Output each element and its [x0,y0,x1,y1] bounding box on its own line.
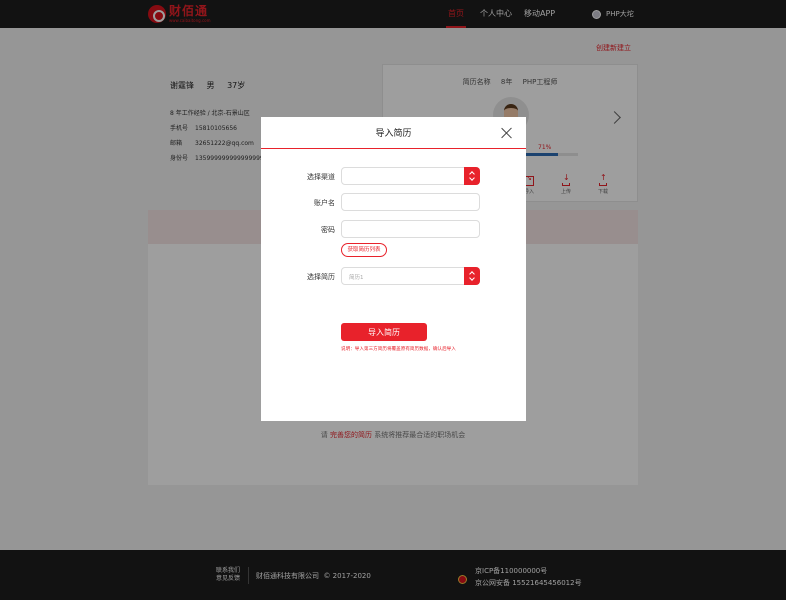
resume-select[interactable]: 简历1 [341,267,480,285]
chevron-updown-icon[interactable] [464,167,480,185]
resume-select-value: 简历1 [349,275,364,281]
account-label: 账户名 [314,199,335,207]
chevron-updown-icon[interactable] [464,267,480,285]
close-icon[interactable] [501,127,513,139]
password-label: 密码 [321,226,335,234]
channel-select[interactable] [341,167,480,185]
fetch-resume-list-button[interactable]: 获取简历列表 [341,243,387,257]
import-note: 说明：导入第三方简历将覆盖原有简历数据，确认后导入 [341,347,456,352]
import-resume-modal: 导入简历 选择渠道 账户名 密码 获取简历列表 选择简历 简历1 导入简历 说明… [261,117,526,421]
modal-divider [261,148,526,149]
password-input[interactable] [341,220,480,238]
account-input[interactable] [341,193,480,211]
import-resume-button[interactable]: 导入简历 [341,323,427,341]
modal-title: 导入简历 [375,129,412,139]
resume-label: 选择简历 [307,273,335,281]
channel-label: 选择渠道 [307,173,335,181]
